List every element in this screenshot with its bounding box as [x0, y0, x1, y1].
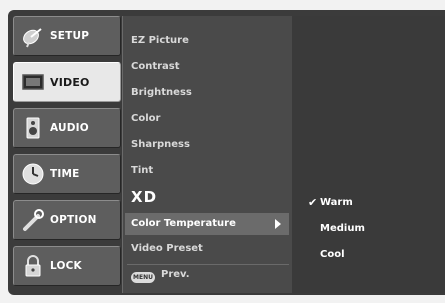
- satellite-dish-icon: [20, 23, 46, 49]
- menu-item-color-temperature[interactable]: Color Temperature: [125, 213, 289, 235]
- speaker-icon: [20, 115, 46, 141]
- menu-item-brightness[interactable]: Brightness: [131, 84, 192, 102]
- tab-label: SETUP: [50, 30, 90, 42]
- wrench-icon: [20, 207, 46, 233]
- tab-lock[interactable]: LOCK: [13, 246, 121, 286]
- tab-label: TIME: [50, 168, 80, 180]
- color-temperature-submenu: ✔ Warm Medium Cool: [292, 16, 445, 293]
- tab-label: OPTION: [50, 214, 97, 226]
- tab-video[interactable]: VIDEO: [13, 62, 121, 102]
- padlock-icon: [20, 253, 46, 279]
- tab-label: AUDIO: [50, 122, 89, 134]
- menu-item-label: Color Temperature: [131, 218, 236, 229]
- option-cool[interactable]: Cool: [320, 249, 345, 260]
- monitor-icon: [20, 69, 46, 95]
- menu-item-tint[interactable]: Tint: [131, 162, 153, 180]
- prev-label[interactable]: Prev.: [161, 269, 190, 280]
- check-icon: ✔: [308, 196, 318, 209]
- option-warm[interactable]: Warm: [320, 197, 353, 208]
- tab-setup[interactable]: SETUP: [13, 16, 121, 56]
- menu-item-contrast[interactable]: Contrast: [131, 58, 180, 76]
- menu-item-ez-picture[interactable]: EZ Picture: [131, 32, 189, 50]
- menu-divider: [127, 264, 289, 265]
- option-medium[interactable]: Medium: [320, 223, 365, 234]
- menu-item-video-preset[interactable]: Video Preset: [131, 240, 203, 258]
- menu-item-sharpness[interactable]: Sharpness: [131, 136, 190, 154]
- menu-item-color[interactable]: Color: [131, 110, 160, 128]
- menu-item-xd[interactable]: XD: [131, 188, 157, 206]
- tab-label: LOCK: [50, 260, 82, 272]
- tab-label: VIDEO: [50, 75, 90, 89]
- submenu-arrow-icon: [275, 219, 281, 229]
- menu-button-icon: MENU: [131, 272, 155, 283]
- tab-option[interactable]: OPTION: [13, 200, 121, 240]
- tab-audio[interactable]: AUDIO: [13, 108, 121, 148]
- category-tabs: SETUP VIDEO AUDIO TIME OPTION LOCK: [13, 16, 121, 293]
- tab-time[interactable]: TIME: [13, 154, 121, 194]
- clock-icon: [20, 161, 46, 187]
- video-menu-list: EZ Picture Contrast Brightness Color Sha…: [122, 16, 293, 293]
